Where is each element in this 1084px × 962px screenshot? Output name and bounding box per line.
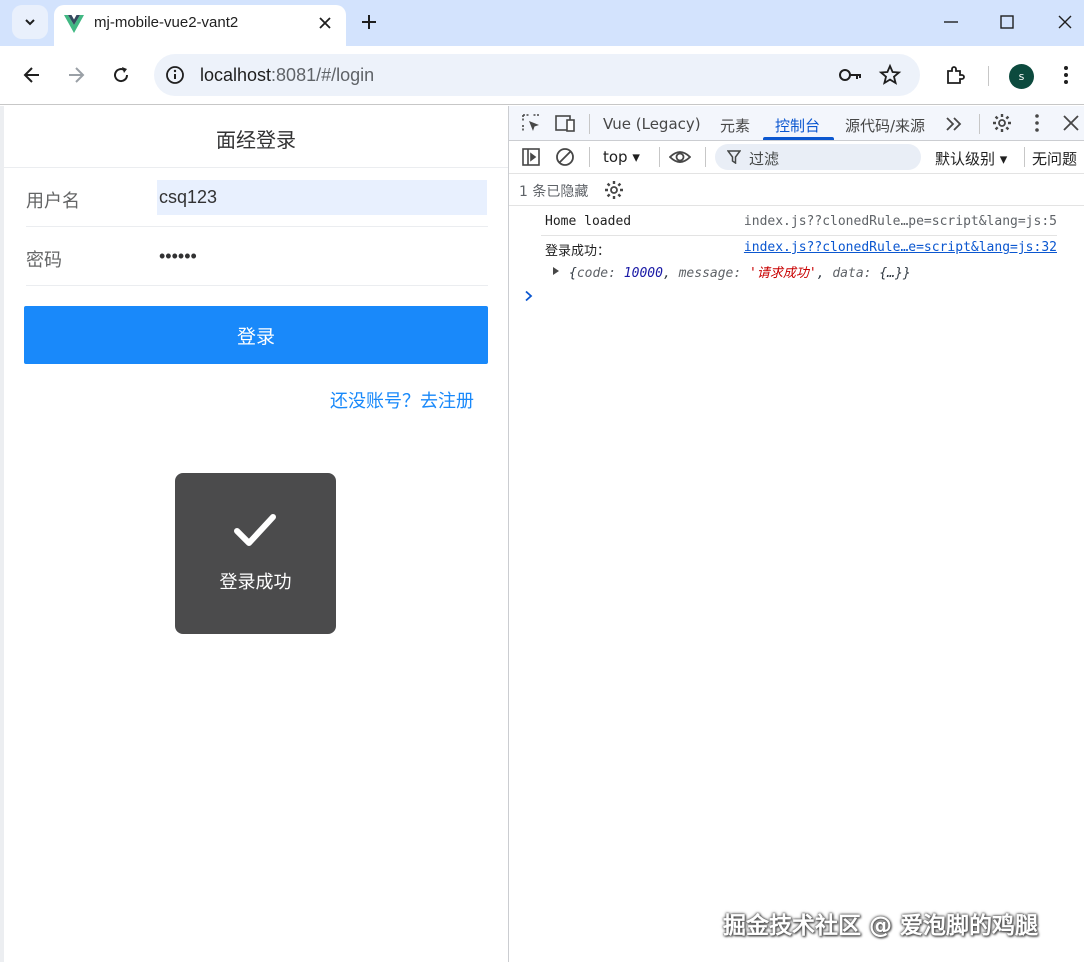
password-label: 密码 [26,250,62,271]
hidden-count: 1 条已隐藏 [519,184,589,200]
tab-vue-legacy[interactable]: Vue (Legacy) [603,115,701,133]
window-close-icon[interactable] [1056,13,1074,31]
context-selector[interactable]: top ▾ [603,148,640,166]
tab-sources[interactable]: 源代码/来源 [845,115,925,136]
hidden-messages-bar: 1 条已隐藏 [509,174,1084,206]
active-tab-indicator [763,137,834,140]
maximize-icon[interactable] [998,13,1016,31]
devtools-tab-bar: Vue (Legacy) 元素 控制台 源代码/来源 [509,106,1084,141]
password-field: 密码 [26,227,488,286]
filter-placeholder: 过滤 [749,150,780,168]
nav-bar: 面经登录 [4,106,508,168]
devtools-panel: Vue (Legacy) 元素 控制台 源代码/来源 top ▾ 过滤 默认级别… [508,106,1084,962]
login-button[interactable]: 登录 [24,306,488,364]
new-tab-icon[interactable] [358,11,380,33]
site-info-icon[interactable] [164,64,186,86]
username-field: 用户名 [26,168,488,227]
address-bar[interactable]: localhost:8081/#/login [154,54,920,96]
username-label: 用户名 [26,191,80,212]
page-title: 面经登录 [216,128,296,152]
success-toast: 登录成功 [175,473,336,634]
log-source-link[interactable]: index.js??clonedRule…e=script&lang=js:32 [744,240,1057,255]
console-separator [705,147,706,167]
password-input[interactable] [157,239,487,274]
console-separator [659,147,660,167]
username-input[interactable] [157,180,487,215]
profile-avatar[interactable]: s [1009,64,1034,89]
log-message: 登录成功： [545,244,611,259]
url-text: localhost:8081/#/login [200,65,375,85]
tab-strip: mj-mobile-vue2-vant2 [0,0,1084,46]
console-separator [589,147,590,167]
tab-search-button[interactable] [12,5,48,39]
page-viewport: 面经登录 用户名 密码 登录 还没账号？去注册 登录成功 [4,106,508,962]
object-preview[interactable]: {code: 10000, message: '请求成功', data: {…}… [569,262,911,281]
vue-logo-icon [64,15,84,33]
devtools-separator [589,114,590,134]
forward-arrow-icon[interactable] [65,64,87,86]
inspect-element-icon[interactable] [520,112,542,134]
register-link[interactable]: 还没账号？去注册 [330,387,474,413]
issues-counter[interactable]: 无问题 [1032,148,1077,169]
tab-title: mj-mobile-vue2-vant2 [94,14,239,31]
reload-icon[interactable] [110,64,132,86]
password-key-icon[interactable] [838,65,864,85]
checkmark-icon [234,514,276,546]
toolbar-separator [988,66,989,86]
tab-elements[interactable]: 元素 [720,115,750,136]
more-tabs-chevron-icon[interactable] [943,113,965,135]
chevron-down-icon [25,19,35,26]
kebab-menu-icon[interactable] [1055,64,1077,86]
eye-icon[interactable] [669,146,691,168]
filter-funnel-icon [727,150,741,164]
log-separator [541,235,1057,236]
console-settings-gear-icon[interactable] [603,179,625,201]
browser-tab[interactable]: mj-mobile-vue2-vant2 [54,5,346,46]
settings-gear-icon[interactable] [991,112,1013,134]
console-separator [1024,147,1025,167]
browser-toolbar: localhost:8081/#/login s [0,46,1084,105]
extensions-puzzle-icon[interactable] [944,64,966,86]
devtools-separator [979,114,980,134]
console-toolbar: top ▾ 过滤 默认级别 ▾ 无问题 [509,141,1084,174]
bookmark-star-icon[interactable] [878,63,902,87]
sidebar-toggle-icon[interactable] [520,146,542,168]
tab-console[interactable]: 控制台 [775,115,820,136]
expand-triangle-icon[interactable] [553,267,559,275]
console-filter-input[interactable]: 过滤 [715,144,921,170]
close-icon[interactable] [316,14,334,32]
log-source-link[interactable]: index.js??clonedRule…pe=script&lang=js:5 [744,214,1057,229]
browser-window: mj-mobile-vue2-vant2 localhost:8081/#/lo… [0,0,1084,962]
devtools-close-icon[interactable] [1060,112,1082,134]
back-arrow-icon[interactable] [21,64,43,86]
toast-message: 登录成功 [219,572,292,593]
clear-console-icon[interactable] [554,146,576,168]
device-toolbar-icon[interactable] [554,112,576,134]
log-message: Home loaded [545,214,632,229]
minimize-icon[interactable] [942,13,960,31]
console-prompt-chevron-icon[interactable] [523,290,535,302]
devtools-menu-icon[interactable] [1026,112,1048,134]
watermark: 掘金技术社区 @ 爱泡脚的鸡腿 [723,913,1039,939]
log-levels-dropdown[interactable]: 默认级别 ▾ [935,148,1007,169]
